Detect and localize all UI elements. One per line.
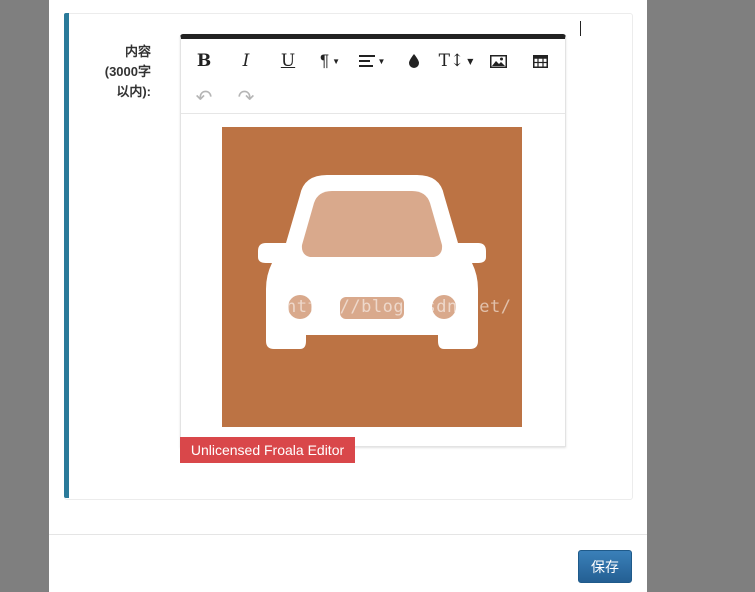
editor-content-area[interactable]: http://blog.csdn.net/ [181,114,565,445]
align-button[interactable]: ▼ [355,46,389,76]
underline-icon: U [280,51,296,71]
insert-table-button[interactable] [523,46,557,76]
undo-button[interactable]: ↶ [187,82,221,112]
align-left-icon [358,55,375,67]
content-field-label: 内容 (3000字 以内): [89,42,151,102]
paragraph-icon: ¶ [319,51,330,70]
modal-dialog: 内容 (3000字 以内): B I U ¶ ▼ ▼ T↕ ▼ ↶ ↷ http… [49,0,647,592]
image-icon [489,54,507,68]
underline-button[interactable]: U [271,46,305,76]
car-image[interactable] [222,127,522,427]
bold-button[interactable]: B [187,46,221,76]
chevron-down-icon: ▼ [377,56,386,66]
table-icon [532,54,548,68]
bold-icon: B [196,51,212,71]
text-caret [580,21,581,36]
save-button[interactable]: 保存 [578,550,632,583]
color-drop-icon [409,54,419,68]
label-line-1: 内容 [124,44,151,59]
redo-button[interactable]: ↷ [229,82,263,112]
paragraph-format-button[interactable]: ¶ ▼ [313,46,347,76]
font-size-icon: T↕ [438,51,465,71]
font-size-button[interactable]: T↕ ▼ [438,46,474,76]
label-line-2: (3000字 [104,64,151,79]
chevron-down-icon: ▼ [467,56,474,66]
insert-image-button[interactable] [481,46,515,76]
label-line-3: 以内): [116,84,151,99]
license-badge[interactable]: Unlicensed Froala Editor [180,437,355,463]
rich-text-editor: B I U ¶ ▼ ▼ T↕ ▼ ↶ ↷ http://blog.csdn.ne… [180,34,566,447]
italic-button[interactable]: I [229,46,263,76]
panel-accent-bar [64,13,69,498]
chevron-down-icon: ▼ [332,56,341,66]
color-button[interactable] [397,46,431,76]
undo-icon: ↶ [195,86,213,109]
italic-icon: I [242,51,250,71]
image-watermark: http://blog.csdn.net/ [286,297,512,317]
editor-toolbar: B I U ¶ ▼ ▼ T↕ ▼ ↶ ↷ [181,39,565,114]
footer-divider [49,534,647,535]
redo-icon: ↷ [237,86,255,109]
